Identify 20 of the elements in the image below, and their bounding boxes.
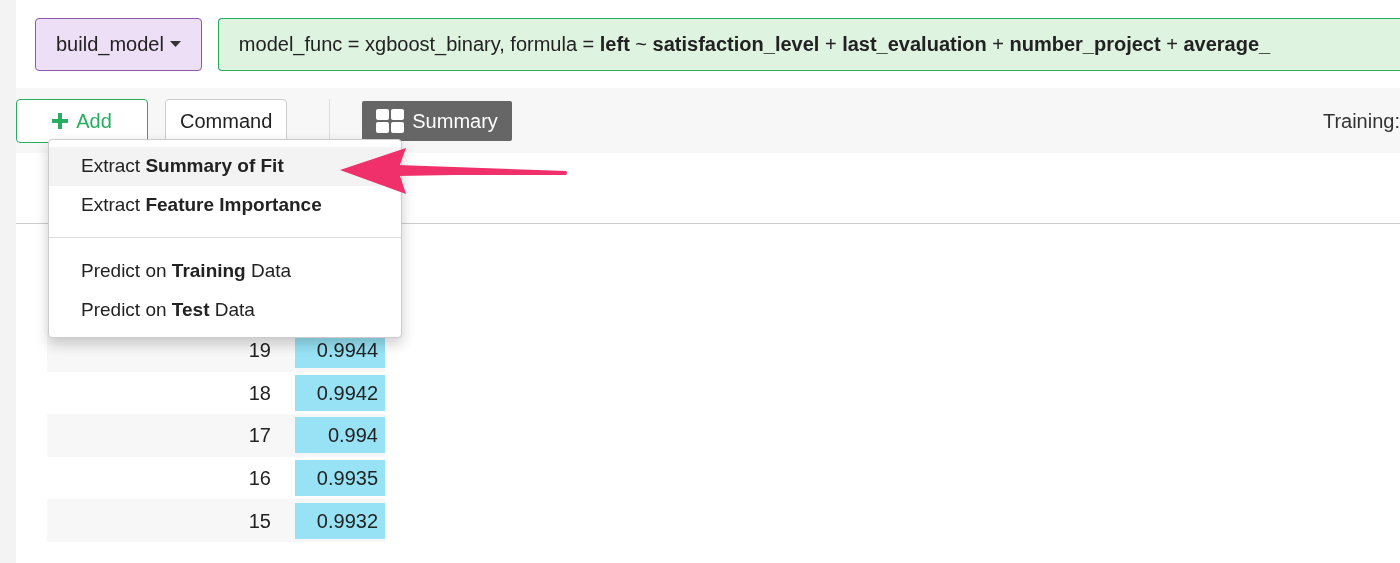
menu-item[interactable]: Predict on Test Data <box>49 291 401 330</box>
table-cell-text: 16 <box>247 466 271 492</box>
menu-item[interactable]: Extract Feature Importance <box>49 186 401 225</box>
table-cell-text: 19 <box>247 338 271 364</box>
summary-tab[interactable]: Summary <box>362 100 512 141</box>
table-cell-text: 17 <box>247 423 271 449</box>
menu-item[interactable]: Extract Summary of Fit <box>49 147 401 186</box>
plus-icon <box>52 112 69 129</box>
value-cell: 0.9942 <box>295 374 385 411</box>
table-cell-text: 15 <box>247 508 271 534</box>
training-label: Training: <box>1322 108 1400 134</box>
value-cell: 0.994 <box>295 417 385 454</box>
table-cell-text: 18 <box>247 380 271 406</box>
menu-item[interactable]: Predict on Training Data <box>49 252 401 291</box>
grid-icon <box>376 108 405 133</box>
value-cell: 0.9935 <box>295 460 385 497</box>
step-dropdown[interactable]: build_model <box>35 17 202 71</box>
formula-field[interactable]: model_func = xgboost_binary, formula = left ~ satisfaction_level + last_evaluation + number_project + average_ <box>217 17 1400 71</box>
caret-icon <box>169 41 181 47</box>
value-cell: 0.9932 <box>295 502 385 539</box>
